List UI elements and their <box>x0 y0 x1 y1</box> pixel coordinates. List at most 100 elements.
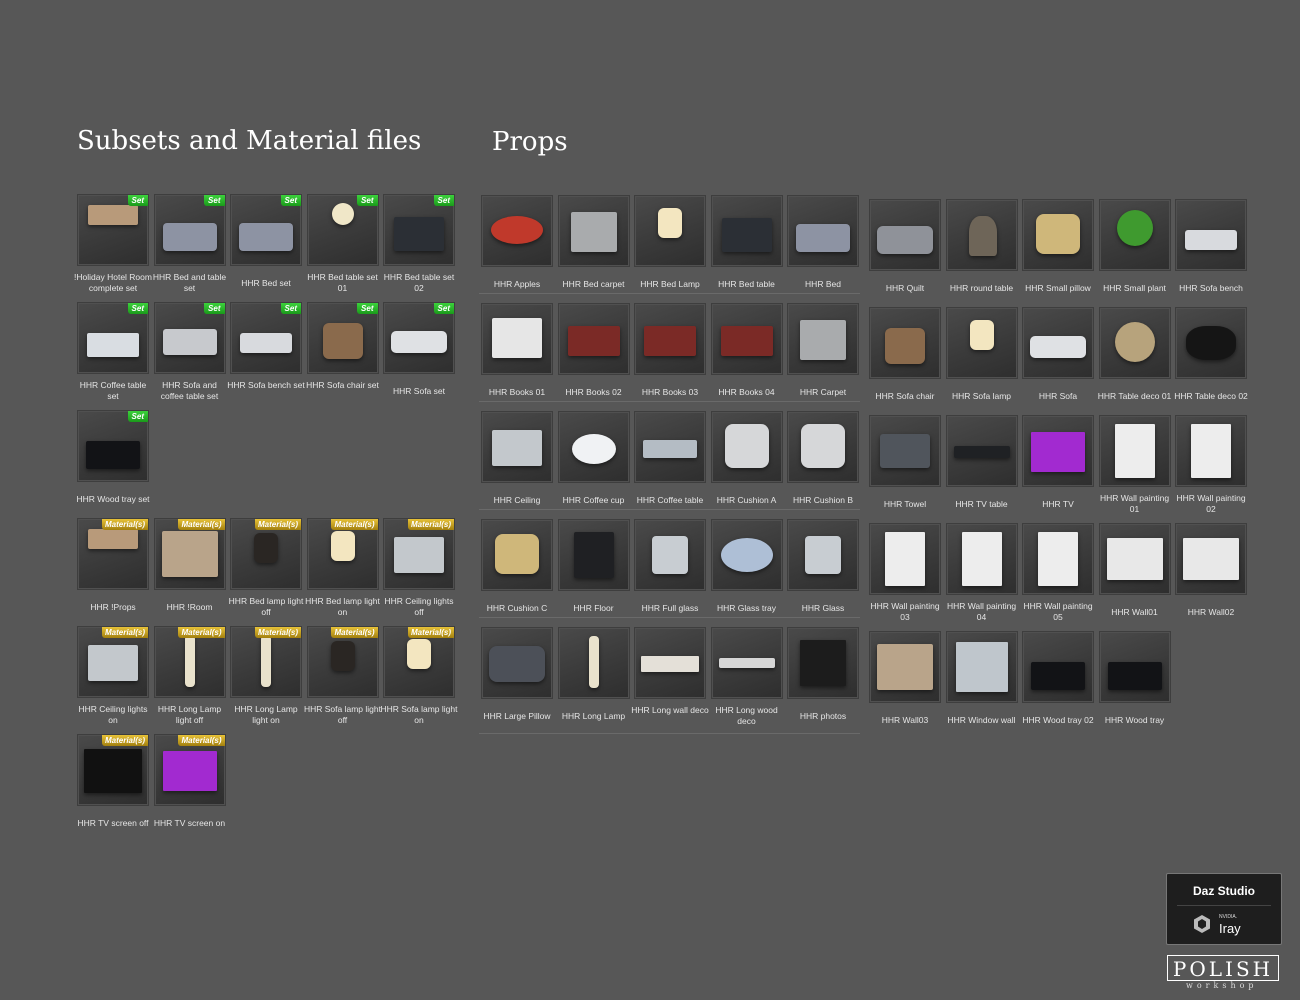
prop-tile[interactable]: HHR Apples <box>481 195 557 289</box>
prop-tile[interactable]: HHR Sofa bench <box>1175 199 1251 293</box>
prop-tile[interactable]: HHR Glass tray <box>710 519 787 613</box>
wall-panel-icon <box>877 644 933 690</box>
prop-tile[interactable]: HHR Coffee cup <box>557 411 634 505</box>
subset-tile[interactable]: Set HHR Sofa set <box>383 302 459 396</box>
tile-label: HHR Wood tray <box>1104 715 1165 725</box>
tile-label: HHR Sofa bench <box>1179 283 1243 293</box>
tile-label: HHR Coffee cup <box>562 495 625 505</box>
subset-tile[interactable]: Set HHR Sofa bench set <box>227 302 306 390</box>
prop-tile[interactable]: HHR Window wall <box>945 631 1022 725</box>
prop-tile[interactable]: HHR Sofa chair <box>869 307 945 401</box>
prop-tile[interactable]: HHR Bed <box>787 195 863 289</box>
prop-tile[interactable]: HHR Wood tray <box>1098 631 1175 725</box>
material-tile[interactable]: Material(s) HHR TV screen on <box>153 734 230 828</box>
material-tile[interactable]: Material(s) HHR !Room <box>153 518 230 612</box>
subset-tile[interactable]: Set HHR Coffee table set <box>77 302 153 401</box>
set-badge: Set <box>127 303 148 314</box>
subset-tile[interactable]: Set HHR Sofa chair set <box>306 302 383 390</box>
subset-tile[interactable]: Set HHR Wood tray set <box>76 410 153 504</box>
pillow-icon <box>489 646 545 682</box>
prop-tile[interactable]: HHR Cushion A <box>710 411 787 505</box>
prop-tile[interactable]: HHR Table deco 02 <box>1174 307 1251 401</box>
prop-tile[interactable]: HHR Small plant <box>1098 199 1175 293</box>
subset-tile[interactable]: Set HHR Bed and table set <box>153 194 230 293</box>
prop-tile[interactable]: HHR Bed carpet <box>557 195 634 289</box>
material-tile[interactable]: Material(s) HHR Bed lamp light on <box>305 518 383 617</box>
prop-tile[interactable]: HHR Bed Lamp <box>634 195 710 289</box>
material-tile[interactable]: Material(s) HHR Sofa lamp light on <box>380 626 459 725</box>
prop-tile[interactable]: HHR Towel <box>869 415 945 509</box>
thumbnail <box>481 627 553 699</box>
books-icon <box>644 326 696 356</box>
towel-icon <box>880 434 930 468</box>
prop-tile[interactable]: HHR Bed table <box>710 195 787 289</box>
subset-tile[interactable]: Set HHR Bed set <box>230 194 306 288</box>
prop-tile[interactable]: HHR Wall painting 03 <box>869 523 945 622</box>
prop-tile[interactable]: HHR Books 03 <box>634 303 710 397</box>
room-icon <box>88 205 138 225</box>
prop-tile[interactable]: HHR Wall01 <box>1098 523 1175 617</box>
prop-tile[interactable]: HHR photos <box>787 627 863 721</box>
prop-tile[interactable]: HHR Full glass <box>634 519 710 613</box>
thumbnail: Material(s) <box>306 626 379 698</box>
tile-label: HHR Large Pillow <box>483 711 551 721</box>
subset-tile[interactable]: Set HHR Bed table set 01 <box>306 194 383 293</box>
prop-tile[interactable]: HHR Wall painting 01 <box>1098 415 1175 514</box>
material-tile[interactable]: Material(s) HHR Long Lamp light off <box>153 626 230 725</box>
material-tile[interactable]: Material(s) HHR Ceiling lights on <box>77 626 153 725</box>
set-badge: Set <box>280 195 301 206</box>
prop-tile[interactable]: HHR Wall painting 05 <box>1022 523 1098 622</box>
tile-label: HHR Wood tray set <box>76 494 150 504</box>
prop-tile[interactable]: HHR Books 01 <box>481 303 557 397</box>
prop-tile[interactable]: HHR Books 02 <box>557 303 634 397</box>
prop-tile[interactable]: HHR Coffee table <box>634 411 710 505</box>
thumbnail <box>557 519 630 591</box>
material-tile[interactable]: Material(s) HHR !Props <box>77 518 153 612</box>
prop-tile[interactable]: HHR TV <box>1022 415 1098 509</box>
tile-label: HHR Wall01 <box>1111 607 1158 617</box>
deco-icon <box>1114 322 1155 362</box>
prop-tile[interactable]: HHR Large Pillow <box>481 627 557 721</box>
material-badge: Material(s) <box>101 519 148 530</box>
subset-tile[interactable]: Set !Holiday Hotel Room complete set <box>74 194 153 293</box>
prop-tile[interactable]: HHR Sofa lamp <box>945 307 1022 401</box>
prop-tile[interactable]: HHR Long wall deco <box>631 627 710 715</box>
thumbnail: Set <box>230 194 302 266</box>
prop-tile[interactable]: HHR Carpet <box>787 303 863 397</box>
tile-label: HHR Carpet <box>799 387 847 397</box>
material-tile[interactable]: Material(s) HHR Long Lamp light on <box>230 626 306 725</box>
prop-tile[interactable]: HHR Quilt <box>869 199 945 293</box>
subset-tile[interactable]: Set HHR Bed table set 02 <box>383 194 459 293</box>
tile-label: HHR Bed lamp light on <box>305 596 380 617</box>
prop-tile[interactable]: HHR Long wood deco <box>710 627 787 726</box>
prop-tile[interactable]: HHR Books 04 <box>710 303 787 397</box>
prop-tile[interactable]: HHR Wood tray 02 <box>1022 631 1098 725</box>
row-divider <box>479 401 860 402</box>
prop-tile[interactable]: HHR Long Lamp <box>557 627 634 721</box>
tile-label: HHR TV table <box>955 499 1008 509</box>
prop-tile[interactable]: HHR Small pillow <box>1022 199 1098 293</box>
prop-tile[interactable]: HHR Sofa <box>1022 307 1098 401</box>
prop-tile[interactable]: HHR Wall painting 04 <box>945 523 1022 622</box>
prop-tile[interactable]: HHR round table <box>945 199 1022 293</box>
prop-tile[interactable]: HHR TV table <box>945 415 1022 509</box>
prop-tile[interactable]: HHR Table deco 01 <box>1098 307 1175 401</box>
subset-tile[interactable]: Set HHR Sofa and coffee table set <box>153 302 230 401</box>
prop-tile[interactable]: HHR Wall02 <box>1175 523 1251 617</box>
prop-tile[interactable]: HHR Glass <box>787 519 863 613</box>
prop-tile[interactable]: HHR Cushion C <box>481 519 557 613</box>
material-tile[interactable]: Material(s) HHR Ceiling lights off <box>383 518 459 617</box>
prop-tile[interactable]: HHR Ceiling <box>481 411 557 505</box>
material-tile[interactable]: Material(s) HHR Sofa lamp light off <box>304 626 383 725</box>
material-badge: Material(s) <box>178 735 225 746</box>
prop-tile[interactable]: HHR Wall painting 02 <box>1175 415 1251 514</box>
prop-tile[interactable]: HHR Wall03 <box>869 631 945 725</box>
set-badge: Set <box>433 303 454 314</box>
prop-tile[interactable]: HHR Floor <box>557 519 634 613</box>
material-tile[interactable]: Material(s) HHR TV screen off <box>77 734 153 828</box>
row-divider <box>479 617 860 618</box>
tile-label: HHR Books 04 <box>718 387 775 397</box>
prop-tile[interactable]: HHR Cushion B <box>787 411 863 505</box>
thumbnail <box>557 627 630 699</box>
material-tile[interactable]: Material(s) HHR Bed lamp light off <box>229 518 306 617</box>
